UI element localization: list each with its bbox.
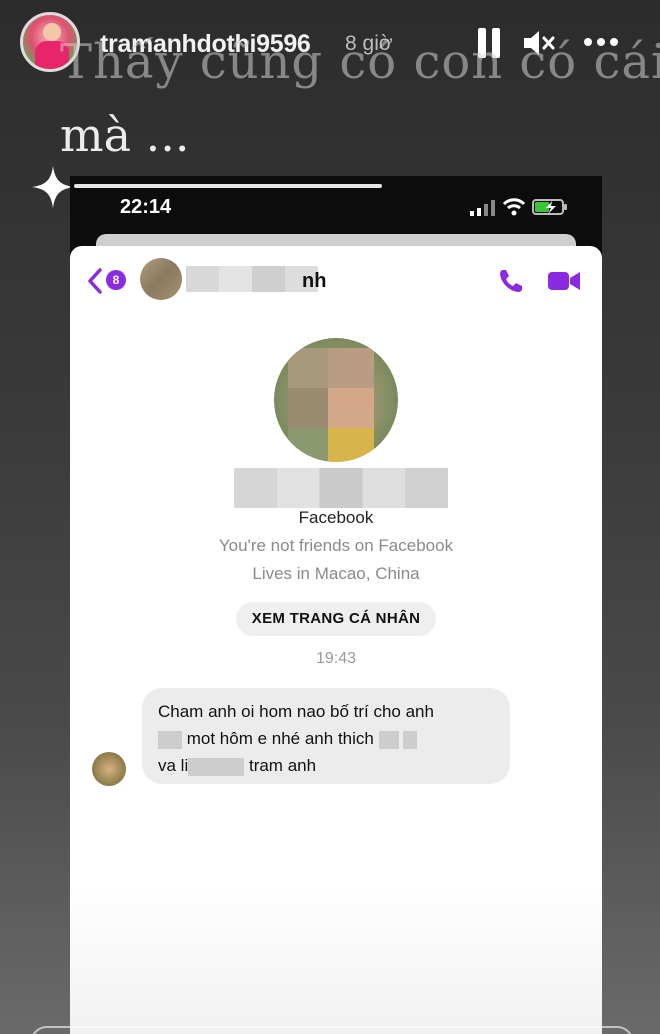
message-line-1: Cham anh oi hom nao bố trí cho anh (158, 702, 434, 721)
redacted-text (403, 730, 418, 749)
chat-header: 8 nh (70, 246, 602, 318)
message-line-2: mot hôm e nhé anh thich (158, 725, 494, 752)
message-line-3: va li tram anh (158, 752, 494, 779)
message-line-2-text: mot hôm e nhé anh thich (186, 729, 374, 748)
wifi-icon (502, 198, 526, 216)
view-profile-button[interactable]: XEM TRANG CÁ NHÂN (236, 602, 436, 636)
phone-screenshot: 22:14 8 nh Facebook You're not friends o… (70, 176, 602, 1034)
signal-icon (470, 200, 495, 216)
reply-bar[interactable] (0, 1026, 660, 1034)
contact-avatar[interactable] (140, 258, 182, 300)
contact-name-tail[interactable]: nh (302, 270, 326, 293)
message-line-3-end: tram anh (248, 756, 317, 775)
contact-fullname-redacted (234, 468, 448, 508)
battery-icon (532, 199, 567, 215)
video-call-icon[interactable] (548, 270, 580, 292)
profile-picture-redacted[interactable] (274, 338, 398, 462)
story-progress-bar (74, 184, 382, 188)
message-timestamp: 19:43 (315, 650, 357, 667)
sender-avatar[interactable] (92, 752, 126, 786)
friend-status: You're not friends on Facebook (218, 536, 454, 555)
redacted-text (378, 730, 399, 749)
phone-call-icon[interactable] (498, 268, 524, 294)
avatar-face (43, 23, 61, 41)
location-info: Lives in Macao, China (252, 564, 420, 583)
messenger-sheet: 8 nh Facebook You're not friends on Face… (70, 246, 602, 1034)
message-line-3-start: va li (158, 756, 189, 775)
contact-name-redacted (186, 266, 318, 292)
caption-line-1: Thấy cũng có con có cái (60, 34, 660, 90)
redacted-text (188, 757, 245, 776)
redacted-text (158, 730, 182, 749)
status-clock: 22:14 (120, 196, 172, 218)
message-bubble[interactable]: Cham anh oi hom nao bố trí cho anh mot h… (142, 688, 510, 784)
platform-label: Facebook (298, 508, 374, 527)
unread-badge: 8 (106, 270, 126, 290)
caption-line-2: mà ... (60, 108, 190, 162)
